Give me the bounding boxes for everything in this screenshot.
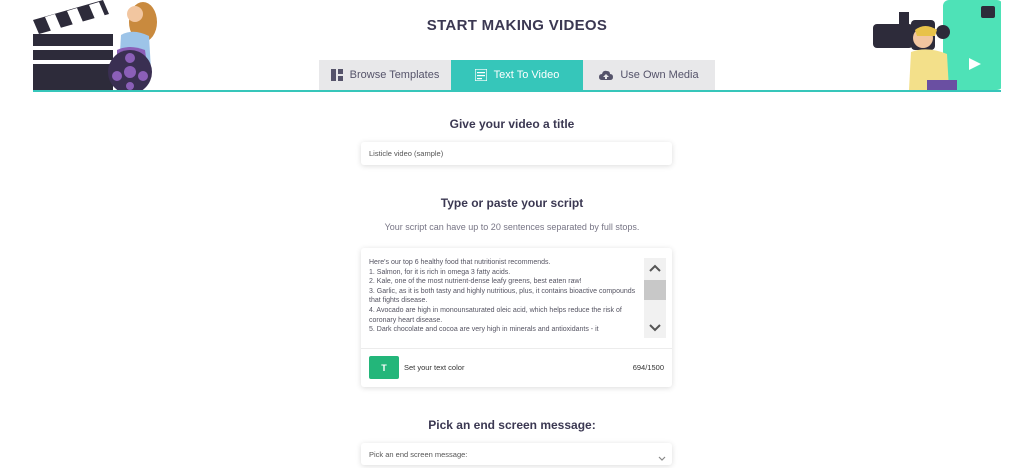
tab-browse-templates[interactable]: Browse Templates (319, 60, 451, 90)
script-divider (361, 348, 672, 349)
header-banner: START MAKING VIDEOS Browse Templates Tex… (33, 0, 1001, 92)
cloud-upload-icon (599, 70, 614, 81)
chevron-down-icon (649, 324, 661, 332)
end-screen-select[interactable]: Pick an end screen message: (361, 443, 672, 465)
text-color-label: Set your text color (404, 363, 465, 372)
video-title-card (361, 142, 672, 165)
text-color-button[interactable]: T (369, 356, 399, 379)
chevron-down-icon (658, 449, 666, 467)
tab-label: Use Own Media (620, 69, 699, 81)
script-scrollbar[interactable] (644, 258, 666, 338)
script-card: Here's our top 6 healthy food that nutri… (361, 248, 672, 387)
tab-use-own-media[interactable]: Use Own Media (583, 60, 715, 90)
title-section-heading: Give your video a title (449, 117, 575, 131)
script-section-heading: Type or paste your script (440, 196, 584, 210)
script-hint: Your script can have up to 20 sentences … (384, 222, 640, 232)
camera-operator-illustration (871, 0, 1001, 90)
document-icon (474, 69, 487, 81)
grid-icon (330, 69, 343, 81)
tab-text-to-video[interactable]: Text To Video (451, 60, 583, 90)
tab-bar: Browse Templates Text To Video Use Own M… (319, 60, 715, 90)
scroll-up-button[interactable] (644, 258, 666, 278)
end-screen-heading: Pick an end screen message: (428, 418, 596, 432)
tab-label: Browse Templates (349, 69, 440, 81)
script-textarea[interactable]: Here's our top 6 healthy food that nutri… (369, 258, 641, 344)
clapperboard-illustration (33, 0, 163, 90)
scroll-down-button[interactable] (644, 318, 666, 338)
end-screen-select-value: Pick an end screen message: (369, 450, 468, 459)
page-title: START MAKING VIDEOS (426, 17, 608, 34)
video-title-input[interactable] (361, 142, 672, 165)
chevron-up-icon (649, 264, 661, 272)
character-count: 694/1500 (632, 363, 664, 372)
tab-label: Text To Video (493, 69, 560, 81)
scroll-thumb[interactable] (644, 280, 666, 300)
